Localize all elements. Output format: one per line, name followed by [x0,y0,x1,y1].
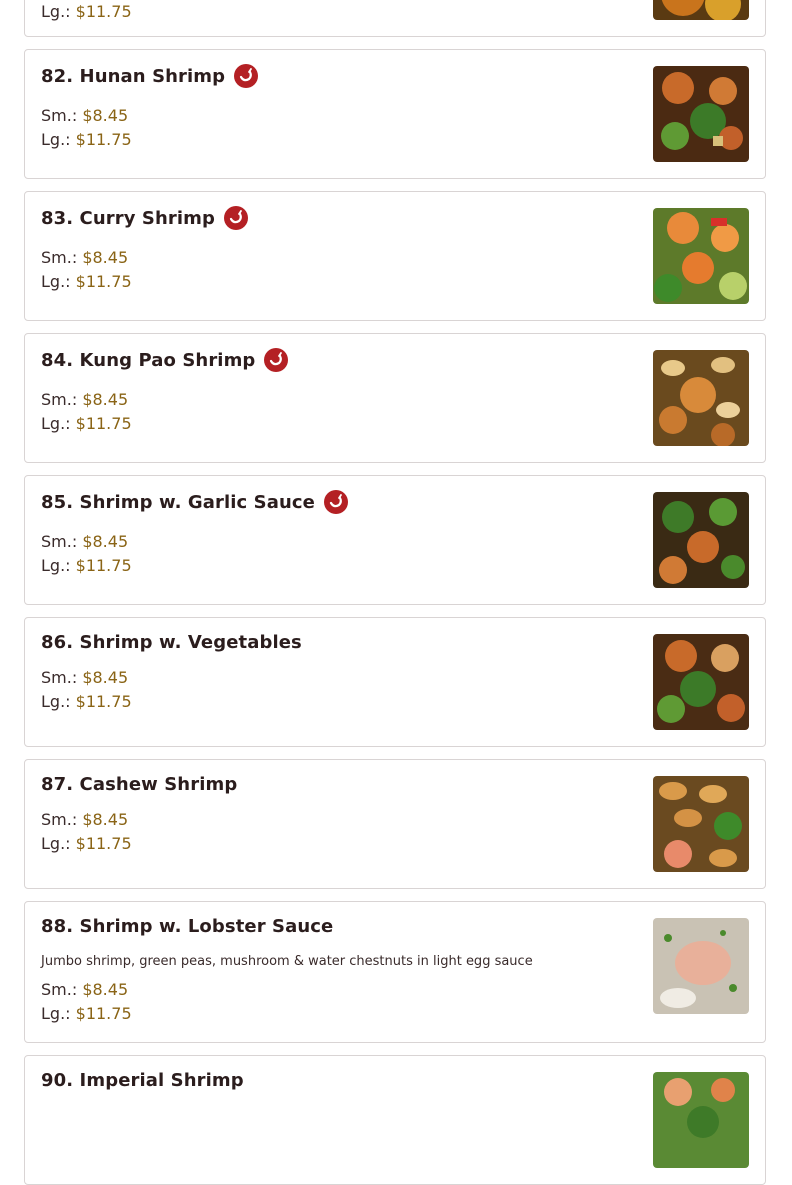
kung-pao-shrimp-photo [653,350,749,446]
large-price: $11.75 [75,1004,132,1023]
small-price-line: Sm.: $8.45 [41,810,128,829]
menu-item-card[interactable]: 86. Shrimp w. Vegetables Sm.: $8.45 Lg.:… [24,617,766,747]
small-price-line: Sm.: $8.45 [41,668,128,687]
item-title[interactable]: 88. Shrimp w. Lobster Sauce [41,916,333,937]
large-price-line: Lg.: $11.75 [41,556,132,575]
item-title[interactable]: 82. Hunan Shrimp [41,66,225,87]
small-label: Sm.: [41,106,78,125]
large-price-line: Lg.: $11.75 [41,130,132,149]
large-label: Lg.: [41,130,71,149]
small-label: Sm.: [41,390,78,409]
large-label: Lg.: [41,834,71,853]
small-price-line: Sm.: $8.45 [41,248,128,267]
large-price-line: Lg.: $11.75 [41,2,132,21]
menu-item-card[interactable]: 83. Curry Shrimp Sm.: $8.45 Lg.: $11.75 [24,191,766,321]
small-price: $8.45 [82,532,129,551]
large-price-line: Lg.: $11.75 [41,272,132,291]
large-price-line: Lg.: $11.75 [41,1004,132,1023]
large-label: Lg.: [41,1004,71,1023]
large-price-line: Lg.: $11.75 [41,414,132,433]
large-price-line: Lg.: $11.75 [41,692,132,711]
large-label: Lg.: [41,414,71,433]
small-label: Sm.: [41,532,78,551]
small-label: Sm.: [41,980,78,999]
large-price: $11.75 [75,834,132,853]
large-price: $11.75 [75,556,132,575]
small-price-line: Sm.: $8.45 [41,980,128,999]
menu-item-card[interactable]: 82. Hunan Shrimp Sm.: $8.45 Lg.: $11.75 [24,49,766,179]
shrimp-vegetables-photo [653,634,749,730]
small-price: $8.45 [82,106,129,125]
cashew-shrimp-photo [653,776,749,872]
spicy-icon [323,490,348,514]
item-title[interactable]: 84. Kung Pao Shrimp [41,350,255,371]
small-price-line: Sm.: $8.45 [41,532,128,551]
menu-item-card-partial[interactable]: Lg.: $11.75 [24,0,766,37]
small-price: $8.45 [82,248,129,267]
small-price: $8.45 [82,980,129,999]
menu-item-card[interactable]: 87. Cashew Shrimp Sm.: $8.45 Lg.: $11.75 [24,759,766,889]
spicy-icon [224,206,248,230]
large-price: $11.75 [75,692,132,711]
item-title[interactable]: 86. Shrimp w. Vegetables [41,632,302,653]
imperial-shrimp-photo [653,1072,749,1168]
curry-shrimp-photo [653,208,749,304]
item-title[interactable]: 85. Shrimp w. Garlic Sauce [41,492,315,513]
menu-item-card[interactable]: 90. Imperial Shrimp [24,1055,766,1185]
large-price: $11.75 [75,130,132,149]
large-price: $11.75 [75,2,132,21]
small-label: Sm.: [41,810,78,829]
large-label: Lg.: [41,2,71,21]
item-title[interactable]: 83. Curry Shrimp [41,208,215,229]
menu-item-card[interactable]: 85. Shrimp w. Garlic Sauce Sm.: $8.45 Lg… [24,475,766,605]
large-price-line: Lg.: $11.75 [41,834,132,853]
small-price-line: Sm.: $8.45 [41,106,128,125]
large-label: Lg.: [41,692,71,711]
item-description: Jumbo shrimp, green peas, mushroom & wat… [41,954,533,969]
small-price: $8.45 [82,668,129,687]
small-label: Sm.: [41,248,78,267]
menu-item-card[interactable]: 88. Shrimp w. Lobster Sauce Jumbo shrimp… [24,901,766,1043]
small-price: $8.45 [82,810,129,829]
item-title[interactable]: 87. Cashew Shrimp [41,774,237,795]
spicy-icon [264,348,289,372]
lobster-sauce-shrimp-photo [653,918,749,1014]
large-price: $11.75 [75,414,132,433]
large-price: $11.75 [75,272,132,291]
garlic-shrimp-photo [653,492,749,588]
large-label: Lg.: [41,272,71,291]
menu-item-card[interactable]: 84. Kung Pao Shrimp Sm.: $8.45 Lg.: $11.… [24,333,766,463]
small-price: $8.45 [82,390,129,409]
spicy-icon [234,64,259,88]
partial-food-photo [653,0,749,20]
small-label: Sm.: [41,668,78,687]
small-price-line: Sm.: $8.45 [41,390,128,409]
large-label: Lg.: [41,556,71,575]
hunan-shrimp-photo [653,66,749,162]
